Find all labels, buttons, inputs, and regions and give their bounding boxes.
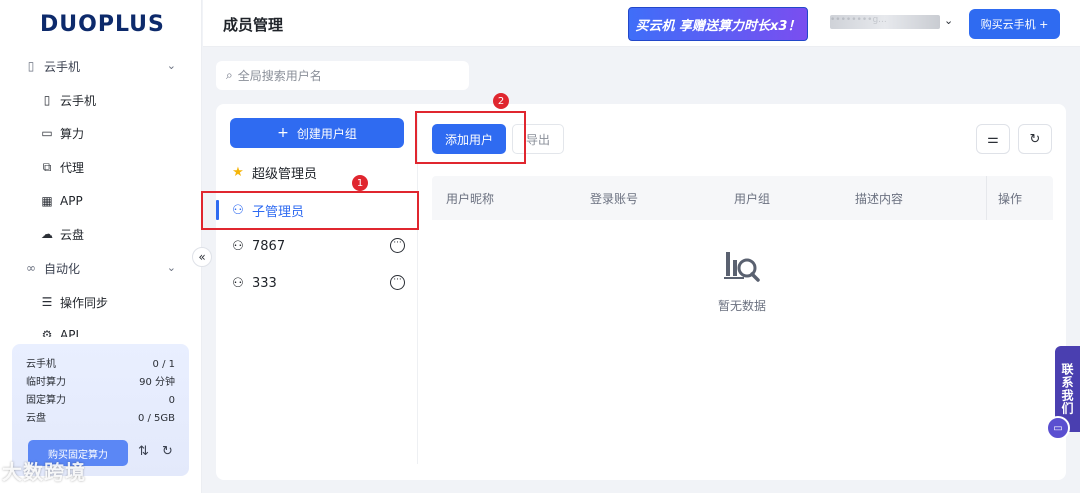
usage-value: 0 / 1 <box>152 359 175 370</box>
star-icon: ★ <box>232 164 244 180</box>
sidebar-item-label: 云手机 <box>60 93 97 108</box>
usage-row-cloud-phone: 云手机 0 / 1 <box>26 356 175 374</box>
column-header-description: 描述内容 <box>855 192 904 206</box>
nav-group-label: 自动化 <box>44 261 81 276</box>
group-item-label: 超级管理员 <box>252 166 318 182</box>
sidebar-item-label: APP <box>60 194 83 208</box>
collapse-sidebar-button[interactable]: « <box>192 247 212 267</box>
refresh-icon[interactable]: ↻ <box>162 444 173 459</box>
sidebar: DUOPLUS ▯ 云手机 ⌄ ▯ 云手机 ▭ 算力 ⧉ 代理 ▦ APP ☁ … <box>0 0 202 493</box>
more-options-icon[interactable]: ··· <box>390 275 405 290</box>
table-header: 用户昵称 登录账号 用户组 描述内容 操作 <box>432 176 1053 220</box>
column-header-login-account: 登录账号 <box>590 192 639 206</box>
phone-icon: ▯ <box>43 93 51 107</box>
sync-icon: ☰ <box>41 295 53 309</box>
sidebar-item-cloud-disk[interactable]: ☁ 云盘 <box>0 219 202 249</box>
chevron-down-icon[interactable]: ⌄ <box>944 14 953 27</box>
refresh-icon: ↻ <box>1029 131 1041 147</box>
cloud-icon: ☁ <box>41 227 53 241</box>
chat-button[interactable]: ▭ <box>1046 416 1070 440</box>
infinity-icon: ∞ <box>26 261 36 275</box>
filter-settings-button[interactable]: ⚌ <box>976 124 1010 154</box>
phone-outline-icon: ▯ <box>27 59 35 73</box>
column-header-nickname: 用户昵称 <box>446 192 495 206</box>
usage-label: 云手机 <box>26 359 56 370</box>
chevron-down-icon: ⌄ <box>166 261 176 274</box>
user-icon: ⚇ <box>232 275 244 291</box>
sidebar-item-cloud-phone[interactable]: ▯ 云手机 <box>0 85 202 115</box>
group-column-divider <box>417 114 418 464</box>
column-header-user-group: 用户组 <box>734 192 771 206</box>
buy-cloud-phone-button[interactable]: 购买云手机 + <box>969 9 1060 39</box>
global-search: ⌕ <box>216 61 469 90</box>
account-name[interactable]: ••••••••g... <box>830 15 940 29</box>
empty-state-text: 暂无数据 <box>717 299 766 313</box>
usage-row-temp-compute: 临时算力 90 分钟 <box>26 374 175 392</box>
usage-row-fixed-compute: 固定算力 0 <box>26 392 175 410</box>
network-icon: ⧉ <box>42 159 52 174</box>
usage-value: 90 分钟 <box>139 377 175 388</box>
sidebar-item-proxy[interactable]: ⧉ 代理 <box>0 152 202 182</box>
group-item-super-admin[interactable]: ★ 超级管理员 <box>216 155 417 189</box>
sidebar-item-label: 代理 <box>60 160 85 175</box>
api-icon: ⚙ <box>41 328 53 337</box>
search-input[interactable] <box>237 68 448 83</box>
duoplus-logo[interactable]: DUOPLUS <box>40 12 165 37</box>
no-data-icon <box>724 252 760 282</box>
usage-label: 云盘 <box>26 413 46 424</box>
swap-icon[interactable]: ⇅ <box>138 444 149 459</box>
plus-icon: + <box>277 125 289 141</box>
account-name-text: ••••••••g... <box>830 15 887 25</box>
watermark: 大数跨境 <box>2 460 86 484</box>
user-icon: ⚇ <box>232 238 244 254</box>
nav-group-cloud-phone[interactable]: ▯ 云手机 ⌄ <box>0 52 202 80</box>
usage-row-cloud-disk: 云盘 0 / 5GB <box>26 410 175 428</box>
promo-banner[interactable]: 买云机 享赠送算力时长x3！ <box>628 7 808 41</box>
refresh-button[interactable]: ↻ <box>1018 124 1052 154</box>
highlight-box-add-user <box>415 111 526 164</box>
annotation-badge-1: 1 <box>352 175 368 191</box>
chevron-down-icon: ⌄ <box>166 59 176 72</box>
create-group-label: 创建用户组 <box>296 126 357 141</box>
usage-value: 0 / 5GB <box>137 413 175 424</box>
group-item-333[interactable]: ⚇ 333 ··· <box>216 266 417 300</box>
sidebar-item-sync[interactable]: ☰ 操作同步 <box>0 287 202 317</box>
top-header: 成员管理 买云机 享赠送算力时长x3！ ••••••••g... ⌄ 购买云手机… <box>203 0 1080 47</box>
chat-icon: ▭ <box>1053 422 1063 434</box>
monitor-icon: ▭ <box>41 126 53 140</box>
member-panel: + 创建用户组 ★ 超级管理员 ⚇ 子管理员 ⚇ 7867 ··· ⚇ 333 … <box>216 104 1066 480</box>
highlight-box-sub-admin <box>201 191 419 230</box>
sidebar-item-app[interactable]: ▦ APP <box>0 186 202 216</box>
grid-icon: ▦ <box>41 194 53 208</box>
group-item-label: 7867 <box>252 238 286 254</box>
column-header-actions: 操作 <box>998 192 1023 206</box>
nav-group-automation[interactable]: ∞ 自动化 ⌄ <box>0 254 202 282</box>
sidebar-item-label: 算力 <box>60 126 85 141</box>
sidebar-item-label: API <box>60 328 79 337</box>
sidebar-item-api[interactable]: ⚙ API <box>0 321 202 337</box>
sidebar-item-compute[interactable]: ▭ 算力 <box>0 118 202 148</box>
column-divider <box>986 176 987 220</box>
sidebar-item-label: 云盘 <box>60 227 85 242</box>
group-item-7867[interactable]: ⚇ 7867 ··· <box>216 229 417 263</box>
usage-label: 临时算力 <box>26 377 66 388</box>
page-title: 成员管理 <box>223 16 284 34</box>
sliders-icon: ⚌ <box>987 131 999 147</box>
more-options-icon[interactable]: ··· <box>390 238 405 253</box>
sidebar-item-label: 操作同步 <box>60 295 109 310</box>
group-item-label: 333 <box>252 275 277 291</box>
nav-group-label: 云手机 <box>44 59 81 74</box>
double-chevron-left-icon: « <box>198 250 206 264</box>
create-user-group-button[interactable]: + 创建用户组 <box>230 118 404 148</box>
usage-label: 固定算力 <box>26 395 66 406</box>
search-icon: ⌕ <box>226 68 233 82</box>
annotation-badge-2: 2 <box>493 93 509 109</box>
usage-value: 0 <box>168 395 175 406</box>
